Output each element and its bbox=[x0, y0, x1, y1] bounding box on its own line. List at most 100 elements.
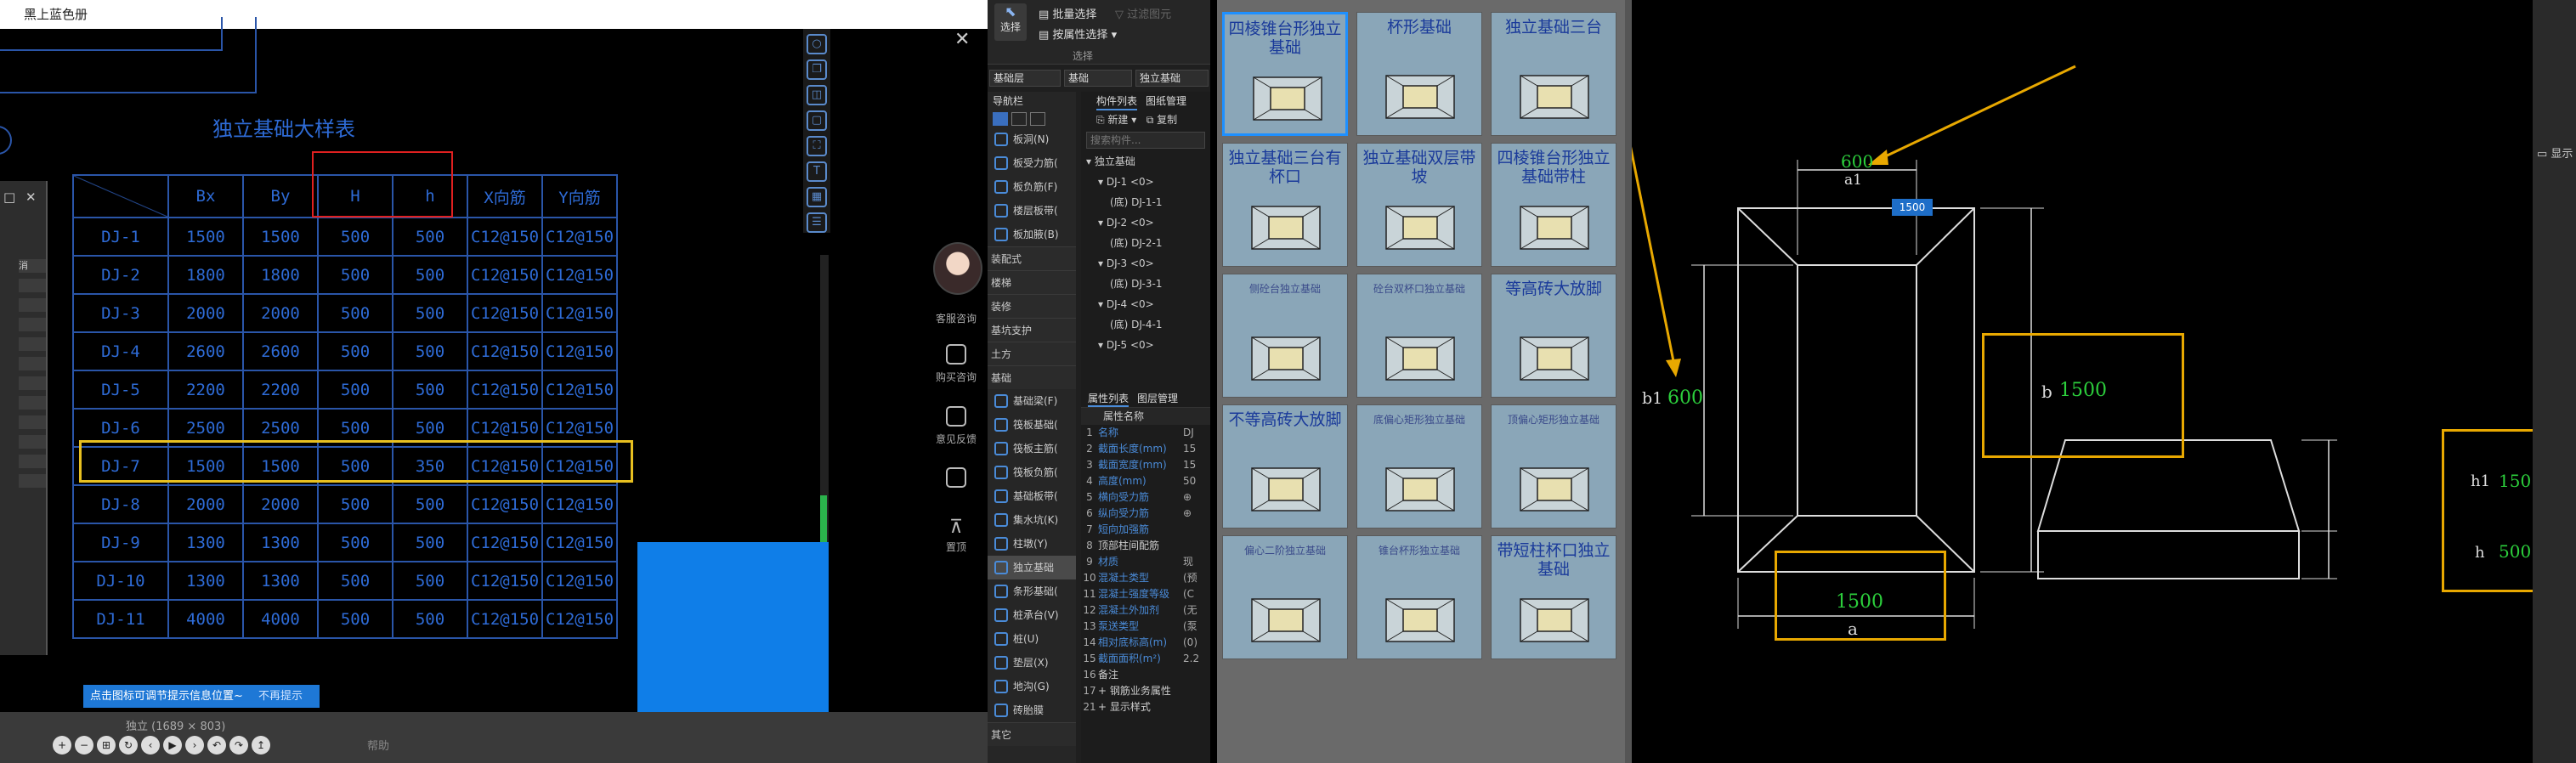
nav-category[interactable]: 土方 bbox=[988, 342, 1076, 365]
filter-button[interactable]: ▽ 过滤图元 bbox=[1115, 5, 1171, 21]
property-value[interactable]: ⊕ bbox=[1183, 506, 1192, 522]
list-view-icon[interactable] bbox=[993, 112, 1008, 126]
copy-tool-icon[interactable]: ❐ bbox=[807, 59, 827, 80]
nav-item[interactable]: 独立基础 bbox=[988, 556, 1076, 579]
text-tool-icon[interactable]: T bbox=[807, 161, 827, 182]
property-row[interactable]: 8 顶部柱间配筋 bbox=[1081, 538, 1210, 554]
property-row[interactable]: 3 截面宽度(mm) 15 bbox=[1081, 457, 1210, 473]
nav-item[interactable]: 基础梁(F) bbox=[988, 389, 1076, 413]
nav-item[interactable]: 楼层板带( bbox=[988, 199, 1076, 223]
fit-screen-icon[interactable]: ⛶ bbox=[807, 136, 827, 156]
nav-item[interactable]: 砖胎膜 bbox=[988, 698, 1076, 722]
nav-category[interactable]: 基础 bbox=[988, 365, 1076, 389]
new-component-button[interactable]: ⎘ 新建 ▾ bbox=[1096, 114, 1136, 126]
property-value[interactable]: DJ bbox=[1183, 425, 1194, 441]
nav-item[interactable]: 筏板基础( bbox=[988, 413, 1076, 437]
nav-control-button[interactable]: − bbox=[75, 736, 93, 755]
nav-item[interactable]: 地沟(G) bbox=[988, 675, 1076, 698]
property-row[interactable]: 5 横向受力筋 ⊕ bbox=[1081, 489, 1210, 506]
a1-value[interactable]: 600 bbox=[1841, 151, 1873, 172]
copy-component-button[interactable]: ⧉ 复制 bbox=[1146, 114, 1177, 126]
tree-view-icon[interactable] bbox=[1011, 112, 1027, 126]
panel-divider[interactable] bbox=[1625, 0, 1632, 763]
property-value[interactable]: (泵 bbox=[1183, 619, 1197, 635]
nav-control-button[interactable]: ▶ bbox=[163, 736, 182, 755]
nav-control-button[interactable]: ↶ bbox=[207, 736, 226, 755]
foundation-type-thumb[interactable]: 顶偏心矩形独立基础 bbox=[1491, 404, 1616, 528]
apps-button[interactable] bbox=[926, 467, 986, 491]
b-value[interactable]: 1500 bbox=[2059, 380, 2107, 401]
property-row[interactable]: 11 混凝土强度等级 (C bbox=[1081, 586, 1210, 602]
property-row[interactable]: 13 泵送类型 (泵 bbox=[1081, 619, 1210, 635]
batch-select-button[interactable]: ▤ 批量选择 bbox=[1039, 5, 1096, 21]
collapse-arrow-icon[interactable]: ▾ bbox=[1098, 339, 1107, 351]
scroll-thumb[interactable] bbox=[820, 495, 827, 542]
nav-item[interactable]: 桩承台(V) bbox=[988, 603, 1076, 627]
assistant-avatar[interactable] bbox=[933, 242, 982, 295]
property-row[interactable]: 9 材质 现 bbox=[1081, 554, 1210, 570]
nav-category[interactable]: 装修 bbox=[988, 294, 1076, 318]
nav-item[interactable]: 集水坑(K) bbox=[988, 508, 1076, 532]
close-icon[interactable]: ✕ bbox=[25, 189, 37, 205]
category-combo[interactable]: 基础 bbox=[1064, 70, 1132, 87]
select-tool-button[interactable]: ⬉ 选择 bbox=[994, 3, 1027, 41]
nav-control-button[interactable]: ‹ bbox=[141, 736, 160, 755]
close-panel-icon[interactable]: ✕ bbox=[954, 29, 970, 50]
foundation-type-thumb[interactable]: 锥台杯形独立基础 bbox=[1356, 535, 1482, 659]
property-value[interactable]: (预 bbox=[1183, 570, 1197, 586]
edit-value-tag[interactable]: 1500 bbox=[1892, 199, 1933, 216]
collapse-arrow-icon[interactable]: ▾ bbox=[1098, 298, 1107, 310]
property-row[interactable]: 14 相对底标高(m) (0) bbox=[1081, 635, 1210, 651]
nav-item[interactable]: 板受力筋( bbox=[988, 151, 1076, 175]
foundation-type-thumb[interactable]: 独立基础三台 bbox=[1491, 12, 1616, 136]
nav-control-button[interactable]: ↷ bbox=[229, 736, 248, 755]
property-row[interactable]: 17 + 钢筋业务属性 bbox=[1081, 683, 1210, 699]
tree-item[interactable]: ▾ DJ-3 <0> bbox=[1081, 253, 1210, 274]
a-value[interactable]: 1500 bbox=[1836, 591, 1883, 613]
feedback-button[interactable]: 意见反馈 bbox=[926, 406, 986, 446]
tree-item[interactable]: ▾ DJ-4 <0> bbox=[1081, 294, 1210, 314]
tree-item[interactable]: ▾ DJ-5 <0> bbox=[1081, 335, 1210, 355]
collapse-arrow-icon[interactable]: ▾ bbox=[1098, 257, 1107, 269]
tree-item[interactable]: (底) DJ-4-1 bbox=[1081, 314, 1210, 335]
component-search-input[interactable]: 搜索构件... bbox=[1086, 132, 1205, 149]
property-value[interactable]: (无 bbox=[1183, 602, 1197, 619]
nav-item[interactable]: 板负筋(F) bbox=[988, 175, 1076, 199]
property-value[interactable]: 现 bbox=[1183, 554, 1193, 570]
tab-drawing-manage[interactable]: 图纸管理 bbox=[1146, 92, 1186, 110]
nav-control-button[interactable]: + bbox=[53, 736, 71, 755]
nav-item[interactable]: 桩(U) bbox=[988, 627, 1076, 651]
collapse-arrow-icon[interactable]: ▾ bbox=[1098, 217, 1107, 229]
tree-item[interactable]: ▾ DJ-1 <0> bbox=[1081, 172, 1210, 192]
property-row[interactable]: 16 备注 bbox=[1081, 667, 1210, 683]
hint-bar[interactable]: 点击图标可调节提示信息位置~ 不再提示 bbox=[83, 685, 320, 708]
foundation-type-thumb[interactable]: 独立基础双层带坡 bbox=[1356, 143, 1482, 267]
foundation-type-thumb[interactable]: 四棱锥台形独立基础 bbox=[1222, 12, 1348, 136]
collapse-arrow-icon[interactable]: ▾ bbox=[1086, 155, 1095, 167]
tab-component-list[interactable]: 构件列表 bbox=[1096, 92, 1138, 110]
foundation-type-thumb[interactable]: 底偏心矩形独立基础 bbox=[1356, 404, 1482, 528]
property-value[interactable]: 2.2 bbox=[1183, 651, 1199, 667]
foundation-type-thumb[interactable]: 砼台双杯口独立基础 bbox=[1356, 274, 1482, 398]
nav-category[interactable]: 装配式 bbox=[988, 246, 1076, 270]
list-tool-icon[interactable]: ☰ bbox=[807, 212, 827, 233]
nav-category-other[interactable]: 其它 bbox=[988, 722, 1076, 746]
collapse-arrow-icon[interactable]: ▾ bbox=[1098, 176, 1107, 188]
property-row[interactable]: 15 截面面积(m²) 2.2 bbox=[1081, 651, 1210, 667]
tree-item[interactable]: (底) DJ-3-1 bbox=[1081, 274, 1210, 294]
tree-item[interactable]: (底) DJ-1-1 bbox=[1081, 192, 1210, 212]
property-value[interactable]: ⊕ bbox=[1183, 489, 1192, 506]
foundation-type-thumb[interactable]: 不等高砖大放脚 bbox=[1222, 404, 1348, 528]
tree-item[interactable]: ▾ DJ-2 <0> bbox=[1081, 212, 1210, 233]
type-combo[interactable]: 独立基础 bbox=[1135, 70, 1209, 87]
nav-item[interactable]: 板洞(N) bbox=[988, 127, 1076, 151]
property-row[interactable]: 1 名称 DJ bbox=[1081, 425, 1210, 441]
foundation-type-thumb[interactable]: 侧砼台独立基础 bbox=[1222, 274, 1348, 398]
foundation-type-thumb[interactable]: 带短柱杯口独立基础 bbox=[1491, 535, 1616, 659]
grid-view-icon[interactable] bbox=[1030, 112, 1045, 126]
restore-icon[interactable]: □ bbox=[3, 189, 15, 205]
nav-item[interactable]: 筏板主筋( bbox=[988, 437, 1076, 461]
nav-item[interactable]: 柱墩(Y) bbox=[988, 532, 1076, 556]
pin-top-button[interactable]: ⊼ 置顶 bbox=[926, 517, 986, 554]
nav-item[interactable]: 板加腋(B) bbox=[988, 223, 1076, 246]
